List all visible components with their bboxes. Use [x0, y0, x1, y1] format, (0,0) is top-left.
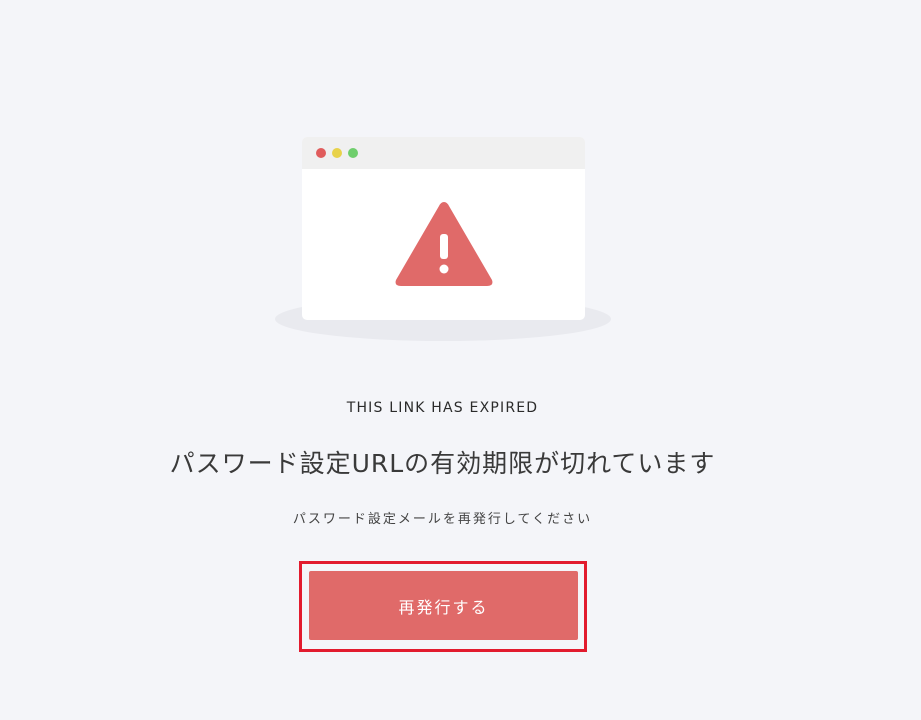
- warning-triangle-icon: [395, 202, 493, 286]
- browser-title-bar: [302, 137, 585, 169]
- window-maximize-dot-icon: [348, 148, 358, 158]
- window-close-dot-icon: [316, 148, 326, 158]
- instruction-text: パスワード設定メールを再発行してください: [292, 512, 593, 527]
- expired-illustration: [0, 0, 921, 360]
- window-minimize-dot-icon: [332, 148, 342, 158]
- page-title: パスワード設定URLの有効期限が切れています: [169, 449, 716, 478]
- reissue-button[interactable]: 再発行する: [309, 571, 578, 640]
- expired-subtitle: THIS LINK HAS EXPIRED: [346, 400, 539, 416]
- browser-window-illustration: [302, 137, 585, 320]
